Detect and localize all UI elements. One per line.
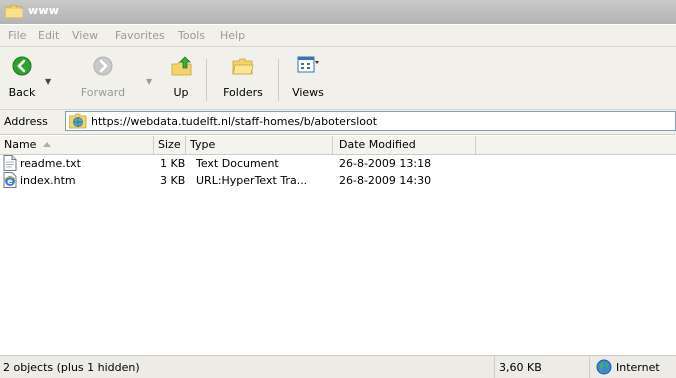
menu-bar: File Edit View Favorites Tools Help	[0, 25, 676, 47]
address-label: Address	[4, 115, 48, 128]
file-size: 3 KB	[160, 174, 186, 187]
status-bar: 2 objects (plus 1 hidden) 3,60 KB Intern…	[0, 355, 676, 378]
file-name: readme.txt	[20, 157, 81, 170]
column-header-date-modified[interactable]: Date Modified	[333, 136, 476, 154]
list-item[interactable]: readme.txt 1 KB Text Document 26-8-2009 …	[0, 155, 476, 172]
html-document-icon: e	[3, 172, 17, 188]
status-objects: 2 objects (plus 1 hidden)	[3, 361, 140, 374]
web-folder-icon	[69, 113, 87, 129]
file-type: URL:HyperText Tra...	[196, 174, 308, 187]
menu-edit[interactable]: Edit	[38, 29, 59, 42]
file-type: Text Document	[196, 157, 279, 170]
folder-up-icon	[171, 56, 192, 76]
back-label: Back	[8, 86, 36, 99]
address-bar: Address https://webdata.tudelft.nl/staff…	[0, 110, 676, 135]
file-size: 1 KB	[160, 157, 186, 170]
text-document-icon	[3, 155, 17, 171]
status-size-panel: 3,60 KB	[495, 356, 590, 378]
address-value: https://webdata.tudelft.nl/staff-homes/b…	[91, 115, 378, 128]
svg-text:e: e	[7, 177, 13, 186]
file-date-modified: 26-8-2009 13:18	[339, 157, 432, 170]
views-label: Views	[292, 86, 324, 99]
column-header-name[interactable]: Name	[0, 136, 154, 154]
menu-view[interactable]: View	[72, 29, 98, 42]
sort-ascending-icon	[43, 142, 51, 147]
menu-help[interactable]: Help	[220, 29, 245, 42]
internet-globe-icon	[596, 359, 612, 375]
column-type-label: Type	[190, 138, 216, 151]
list-header: Name Size Type Date Modified	[0, 136, 676, 155]
column-header-type[interactable]: Type	[186, 136, 333, 154]
toolbar-separator	[206, 59, 207, 101]
folders-icon	[232, 58, 254, 75]
column-date-label: Date Modified	[339, 138, 416, 151]
column-size-label: Size	[158, 138, 181, 151]
column-header-size[interactable]: Size	[154, 136, 186, 154]
back-arrow-icon	[12, 56, 32, 76]
up-button[interactable]: Up	[163, 50, 199, 100]
views-icon	[297, 56, 319, 73]
menu-favorites[interactable]: Favorites	[115, 29, 165, 42]
views-button[interactable]: Views	[286, 50, 330, 100]
status-size: 3,60 KB	[499, 361, 542, 374]
file-date-modified: 26-8-2009 14:30	[339, 174, 432, 187]
file-name: index.htm	[20, 174, 76, 187]
back-dropdown-icon[interactable]: ▼	[45, 77, 51, 86]
folders-button[interactable]: Folders	[216, 50, 270, 100]
menu-tools[interactable]: Tools	[178, 29, 205, 42]
toolbar: Back ▼ Forward ▼ Up Folders Views	[0, 47, 676, 110]
back-button[interactable]: Back	[2, 50, 42, 100]
menu-file[interactable]: File	[8, 29, 26, 42]
status-objects-panel: 2 objects (plus 1 hidden)	[0, 356, 495, 378]
forward-button[interactable]: Forward	[72, 50, 134, 100]
explorer-window: www File Edit View Favorites Tools Help …	[0, 0, 676, 378]
title-bar[interactable]: www	[0, 0, 676, 24]
list-item[interactable]: e index.htm 3 KB URL:HyperText Tra... 26…	[0, 172, 476, 189]
toolbar-separator	[278, 59, 279, 101]
window-title: www	[28, 4, 60, 17]
forward-dropdown-icon[interactable]: ▼	[146, 77, 152, 86]
status-zone-panel: Internet	[590, 356, 676, 378]
column-name-label: Name	[4, 138, 37, 151]
folder-icon	[5, 5, 23, 18]
folders-label: Folders	[223, 86, 263, 99]
forward-arrow-icon	[93, 56, 113, 76]
forward-label: Forward	[80, 86, 126, 99]
address-input[interactable]: https://webdata.tudelft.nl/staff-homes/b…	[65, 111, 676, 131]
status-zone: Internet	[616, 361, 660, 374]
file-list[interactable]: readme.txt 1 KB Text Document 26-8-2009 …	[0, 155, 676, 353]
up-label: Up	[173, 86, 189, 99]
